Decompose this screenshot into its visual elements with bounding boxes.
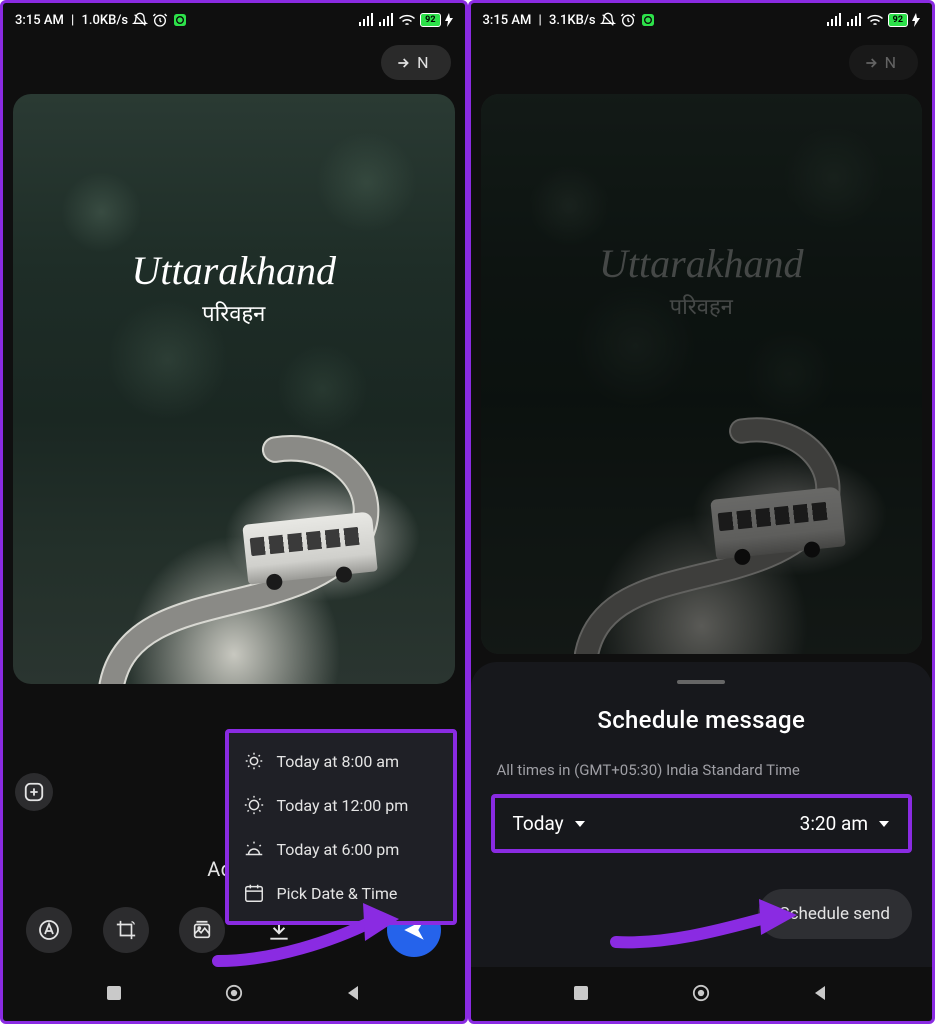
status-app-icon xyxy=(172,12,188,28)
schedule-option-label: Today at 8:00 am xyxy=(277,752,400,771)
photo-subtitle: परिवहन xyxy=(13,298,455,328)
photo-title: Uttarakhand xyxy=(481,240,923,287)
sheet-title: Schedule message xyxy=(491,706,913,734)
nav-bar xyxy=(471,973,933,1013)
status-bar: 3:15 AM | 3.1KB/s 92 xyxy=(471,3,933,37)
status-speed: 3.1KB/s xyxy=(549,13,596,28)
schedule-option-pick[interactable]: Pick Date & Time xyxy=(229,871,453,915)
phone-right: 3:15 AM | 3.1KB/s 92 N Uttarakhand परिवह… xyxy=(468,0,935,1024)
battery-icon: 92 xyxy=(420,13,440,27)
battery-icon: 92 xyxy=(888,13,908,27)
nav-bar xyxy=(3,973,465,1013)
schedule-sheet: Schedule message All times in (GMT+05:30… xyxy=(471,662,933,967)
charging-icon xyxy=(445,13,453,27)
nav-home[interactable] xyxy=(692,984,710,1002)
photo-subtitle: परिवहन xyxy=(481,291,923,321)
schedule-option-6pm[interactable]: Today at 6:00 pm xyxy=(229,827,453,871)
schedule-option-label: Today at 6:00 pm xyxy=(277,840,400,859)
forward-to-chip[interactable]: N xyxy=(381,45,450,80)
alarm-icon xyxy=(620,12,636,28)
wifi-icon xyxy=(398,13,416,27)
add-button[interactable] xyxy=(15,773,53,811)
bus-graphic xyxy=(710,487,846,560)
schedule-send-button[interactable]: Schedule send xyxy=(758,889,912,939)
crop-button[interactable] xyxy=(103,907,149,953)
sheet-handle[interactable] xyxy=(677,680,725,684)
nav-back[interactable] xyxy=(345,984,363,1002)
nav-back[interactable] xyxy=(812,984,830,1002)
charging-icon xyxy=(912,13,920,27)
photo-title: Uttarakhand xyxy=(13,247,455,294)
date-select[interactable]: Today xyxy=(513,812,586,835)
time-select[interactable]: 3:20 am xyxy=(800,812,890,835)
status-time: 3:15 AM xyxy=(483,13,532,28)
datetime-picker: Today 3:20 am xyxy=(491,794,913,853)
status-bar: 3:15 AM | 1.0KB/s 92 xyxy=(3,3,465,37)
photo-preview[interactable]: Uttarakhand परिवहन xyxy=(13,94,455,684)
phone-left: 3:15 AM | 1.0KB/s 92 N xyxy=(0,0,468,1024)
markup-button[interactable] xyxy=(26,907,72,953)
schedule-option-label: Pick Date & Time xyxy=(277,884,398,903)
status-speed: 1.0KB/s xyxy=(82,13,129,28)
date-value: Today xyxy=(513,812,564,835)
timezone-note: All times in (GMT+05:30) India Standard … xyxy=(491,760,913,794)
signal-icon-1 xyxy=(358,13,374,27)
chevron-down-icon xyxy=(574,818,586,830)
nav-recent[interactable] xyxy=(105,984,123,1002)
schedule-option-label: Today at 12:00 pm xyxy=(277,796,409,815)
status-app-icon xyxy=(640,12,656,28)
forward-to-chip[interactable]: N xyxy=(849,45,918,80)
signal-icon-2 xyxy=(378,13,394,27)
wifi-icon xyxy=(866,13,884,27)
photo-preview: Uttarakhand परिवहन xyxy=(481,94,923,654)
schedule-option-12pm[interactable]: Today at 12:00 pm xyxy=(229,783,453,827)
chevron-down-icon xyxy=(878,818,890,830)
time-value: 3:20 am xyxy=(800,812,868,835)
nav-home[interactable] xyxy=(225,984,243,1002)
vibrate-icon xyxy=(600,12,616,28)
signal-icon-2 xyxy=(846,13,862,27)
signal-icon-1 xyxy=(826,13,842,27)
forward-label: N xyxy=(885,53,896,72)
vibrate-icon xyxy=(132,12,148,28)
schedule-quick-menu: Today at 8:00 am Today at 12:00 pm Today… xyxy=(225,729,457,925)
schedule-option-8am[interactable]: Today at 8:00 am xyxy=(229,739,453,783)
status-time: 3:15 AM xyxy=(15,13,64,28)
gallery-button[interactable] xyxy=(179,907,225,953)
nav-recent[interactable] xyxy=(572,984,590,1002)
forward-label: N xyxy=(417,53,428,72)
alarm-icon xyxy=(152,12,168,28)
